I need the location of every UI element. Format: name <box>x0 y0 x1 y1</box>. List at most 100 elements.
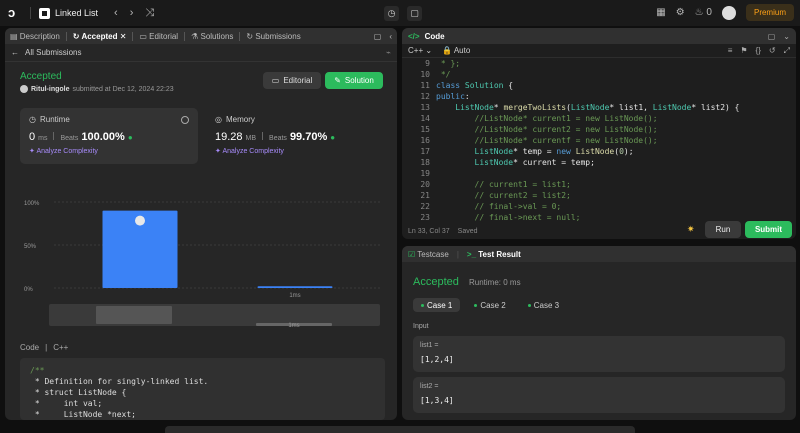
collapse-icon[interactable]: ⌄ <box>783 32 790 41</box>
premium-button[interactable]: Premium <box>745 4 794 21</box>
tab-editorial[interactable]: ▭ Editorial <box>139 32 178 41</box>
submitted-code-view: /** * Definition for singly-linked list.… <box>20 358 385 420</box>
braces-icon[interactable]: {} <box>756 46 761 56</box>
tab-solutions[interactable]: ⚗ Solutions <box>191 32 233 41</box>
auto-mode-toggle[interactable]: 🔒 Auto <box>442 46 470 55</box>
divider <box>30 7 31 19</box>
code-line: */ <box>436 70 451 79</box>
back-arrow-icon[interactable]: ← <box>11 48 19 57</box>
line-number: 13 <box>420 103 430 112</box>
tab-accepted[interactable]: ↻ Accepted ✕ <box>73 32 127 41</box>
code-line: public: <box>436 92 470 101</box>
runtime-card[interactable]: ◷ Runtime 0 ms Beats 100.00% ● ✦ Analyze … <box>20 108 198 164</box>
y-tick-label: 50% <box>24 244 37 250</box>
run-button[interactable]: Run <box>705 221 741 238</box>
divider <box>262 132 264 140</box>
submitter-name[interactable]: Ritul-ingole <box>31 86 70 93</box>
save-status: Saved <box>457 227 478 235</box>
editor-toolbar: C++ ⌄ 🔒 Auto ≡ ⚑ {} ↺ ⤢ <box>402 44 796 58</box>
maximize-icon[interactable]: ▢ <box>374 32 382 41</box>
editor-source[interactable]: * }; */ class Solution { public: ListNod… <box>436 58 786 223</box>
code-brackets-icon: </> <box>408 31 420 41</box>
notes-icon[interactable]: ▢ <box>407 6 422 21</box>
case-tabs: Case 1 Case 2 Case 3 <box>413 298 567 312</box>
input-label: Input <box>413 323 429 330</box>
divider <box>184 31 186 41</box>
streak-fire-icon[interactable]: ♨ 0 <box>695 7 712 18</box>
code-line: ListNode* mergeTwoLists(ListNode* list1,… <box>455 103 740 112</box>
line-number: 15 <box>420 125 430 134</box>
layout-icon[interactable]: ▦ <box>656 7 665 18</box>
case-tab-1[interactable]: Case 1 <box>413 298 461 312</box>
runtime-analyze-link[interactable]: ✦ Analyze Complexity <box>29 147 189 155</box>
format-icon[interactable]: ≡ <box>728 46 733 56</box>
tab-testcase[interactable]: ☑ Testcase <box>408 250 449 259</box>
submission-subheader: ← All Submissions ⌁ <box>5 44 397 62</box>
runtime-value: 0 <box>29 131 36 143</box>
code-editor[interactable]: 9 10 11 12 13 14 15 16 17 18 19 20 21 22 23 * }; */ cl… <box>402 58 796 223</box>
tab-submissions[interactable]: ↻ Submissions <box>246 32 300 41</box>
prev-problem-icon[interactable]: ‹ <box>114 7 118 19</box>
editor-header: </> Code ▢ ⌄ <box>402 28 796 44</box>
book-icon: ▭ <box>271 76 280 85</box>
next-problem-icon[interactable]: › <box>130 7 134 19</box>
input-name: list1 = <box>420 342 439 349</box>
memory-analyze-link[interactable]: ✦ Analyze Complexity <box>215 147 375 155</box>
info-icon[interactable] <box>181 115 189 124</box>
close-tab-icon[interactable]: ✕ <box>120 32 127 41</box>
hint-bulb-icon[interactable]: ✷ <box>687 224 695 235</box>
line-number: 10 <box>420 70 430 79</box>
line-number: 11 <box>420 81 430 90</box>
submission-status: Accepted <box>20 71 62 82</box>
line-number: 23 <box>420 213 430 222</box>
reset-icon[interactable]: ↺ <box>769 46 776 56</box>
top-nav-bar: ↄ Linked List ‹ › ⤨ ◷ ▢ ▦ ⚙ ♨ 0 Premium <box>0 0 800 26</box>
fullscreen-icon[interactable]: ⤢ <box>784 46 790 56</box>
tab-test-result[interactable]: >_ Test Result <box>467 250 521 259</box>
problem-list-title[interactable]: Linked List <box>55 8 98 18</box>
code-line: //ListNode* current1 = new ListNode(); <box>436 114 658 123</box>
memory-unit: MB <box>245 135 257 142</box>
runtime-distribution-chart: 0% 50% 100% 1ms 1ms <box>24 201 380 329</box>
case-tab-3[interactable]: Case 3 <box>520 298 567 312</box>
line-numbers: 9 10 11 12 13 14 15 16 17 18 19 20 21 22 23 <box>402 58 430 223</box>
beats-badge-icon: ● <box>330 133 336 142</box>
editorial-button[interactable]: ▭ Editorial <box>263 72 321 89</box>
runtime-beats-value: 100.00% <box>81 131 125 143</box>
settings-gear-icon[interactable]: ⚙ <box>676 7 685 18</box>
share-link-icon[interactable]: ⌁ <box>386 48 391 57</box>
memory-card[interactable]: ◎ Memory 19.28 MB Beats 99.70% ● ✦ Analyz… <box>206 108 384 164</box>
code-tab[interactable]: Code <box>20 343 39 352</box>
collapse-icon[interactable]: ‹ <box>389 32 392 41</box>
pass-dot-icon <box>474 303 478 307</box>
bookmark-icon[interactable]: ⚑ <box>740 46 747 56</box>
input-list1-box[interactable]: list1 = [1,2,4] <box>413 336 785 372</box>
input-name: list2 = <box>420 383 439 390</box>
code-line: ListNode* temp = new ListNode(0); <box>474 147 634 156</box>
leetcode-logo-icon[interactable]: ↄ <box>8 6 22 20</box>
input-list2-box[interactable]: list2 = [1,3,4] <box>413 377 785 413</box>
beats-badge-icon: ● <box>127 133 133 142</box>
submitted-time: submitted at Dec 12, 2024 22:23 <box>72 85 174 93</box>
all-submissions-link[interactable]: All Submissions <box>25 48 81 57</box>
case-tab-2[interactable]: Case 2 <box>466 298 513 312</box>
language-select[interactable]: C++ ⌄ <box>408 46 432 55</box>
maximize-icon[interactable]: ▢ <box>768 32 776 41</box>
line-number: 14 <box>420 114 430 123</box>
shuffle-icon[interactable]: ⤨ <box>145 7 154 20</box>
streak-count: 0 <box>706 7 712 18</box>
memory-value: 19.28 <box>215 131 243 143</box>
test-runtime: Runtime: 0 ms <box>469 278 521 287</box>
user-avatar[interactable] <box>721 5 736 20</box>
code-line: // current1 = list1; <box>436 180 571 189</box>
submit-button[interactable]: Submit <box>745 221 792 238</box>
solution-button[interactable]: ✎ Solution <box>325 72 383 89</box>
cursor-position: Ln 33, Col 37 <box>408 227 450 235</box>
problem-list-icon[interactable] <box>39 7 50 19</box>
timer-icon[interactable]: ◷ <box>384 6 399 21</box>
input-value: [1,3,4] <box>420 396 454 405</box>
test-tab-bar: ☑ Testcase | >_ Test Result <box>402 246 796 262</box>
tab-description[interactable]: ▤ Description <box>10 32 60 41</box>
left-tab-bar: ▤ Description ↻ Accepted ✕ ▭ Editorial ⚗… <box>5 28 397 44</box>
y-tick-label: 0% <box>24 287 33 293</box>
